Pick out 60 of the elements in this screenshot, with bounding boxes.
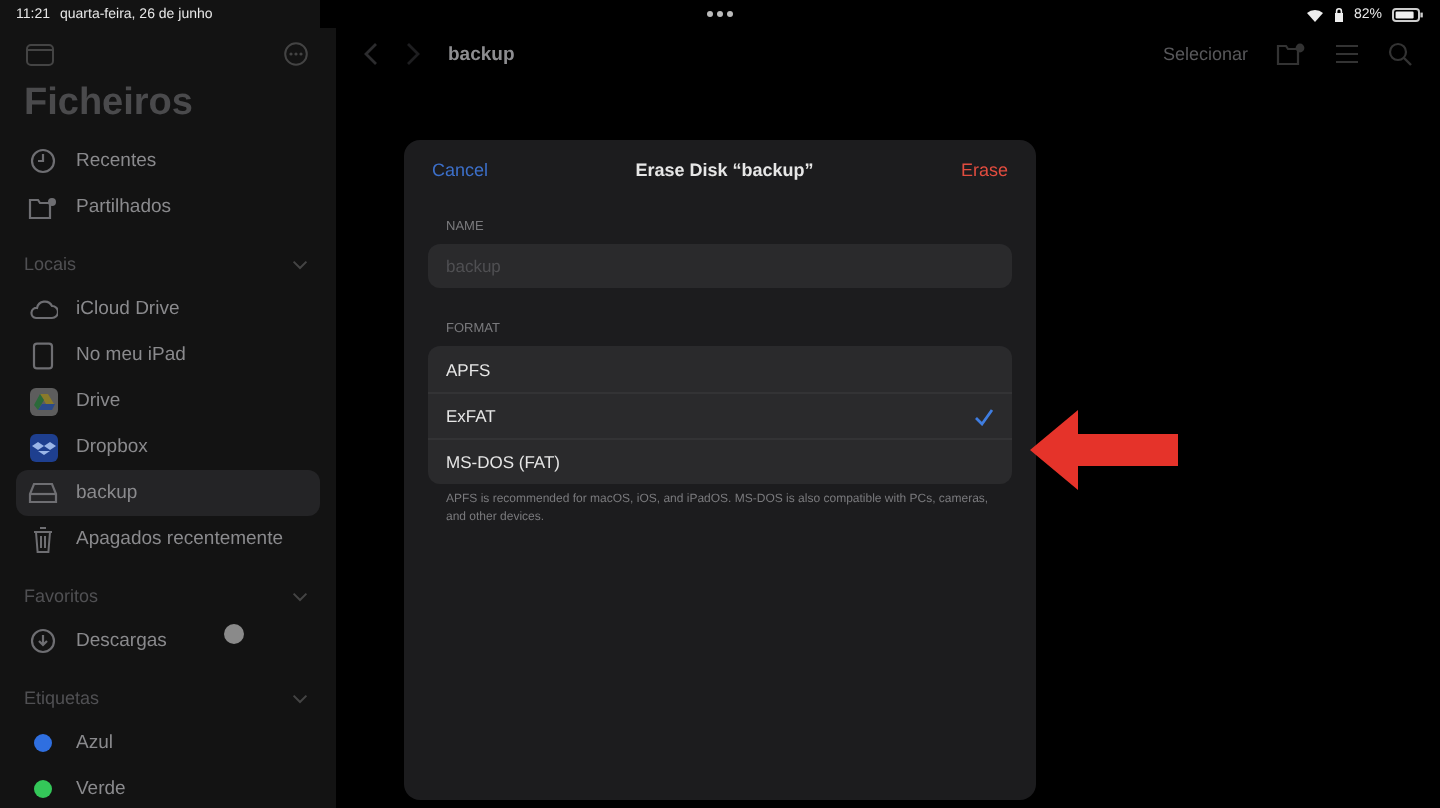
new-folder-icon[interactable] (1276, 42, 1306, 66)
wifi-icon (1305, 7, 1324, 21)
sidebar-item[interactable]: Dropbox (16, 424, 320, 470)
sidebar-item-label: Azul (76, 732, 113, 754)
cancel-button[interactable]: Cancel (432, 160, 489, 180)
shared-folder-icon (28, 195, 58, 219)
sidebar-item[interactable]: Descargas (16, 618, 320, 664)
format-option-label: ExFAT (446, 406, 496, 426)
dialog-title: Erase Disk “backup” (635, 160, 814, 180)
folder-title: backup (448, 43, 515, 65)
section-header: Locais (24, 254, 77, 274)
battery-icon (1392, 7, 1424, 21)
section-header: Etiquetas (24, 688, 100, 708)
erase-button[interactable]: Erase (960, 160, 1008, 180)
sidebar-item-label: Descargas (76, 630, 167, 652)
tablet-icon (32, 341, 54, 369)
sidebar-item-label: Drive (76, 390, 121, 412)
format-option-label: APFS (446, 359, 491, 379)
clock-icon (30, 148, 56, 174)
search-icon[interactable] (1388, 42, 1412, 66)
trash-icon (32, 525, 54, 553)
touch-indicator[interactable] (224, 624, 244, 644)
format-option-label: MS-DOS (FAT) (446, 452, 560, 472)
format-option[interactable]: ExFAT (428, 392, 1012, 438)
download-icon (30, 628, 56, 654)
drive-app-icon (29, 387, 57, 415)
sidebar-title: Ficheiros (24, 82, 195, 126)
cloud-icon (28, 298, 58, 320)
sidebar-item[interactable]: Partilhados (16, 184, 320, 230)
format-option[interactable]: APFS (428, 346, 1012, 392)
forward-chevron-icon[interactable] (406, 42, 420, 66)
chevron-icon[interactable] (292, 591, 308, 601)
sidebar-item-label: Partilhados (76, 196, 172, 218)
back-chevron-icon[interactable] (364, 42, 378, 66)
drive-icon (28, 482, 58, 504)
sidebar-toggle-icon[interactable] (26, 43, 54, 65)
sidebar-item-label: backup (76, 482, 138, 504)
sidebar-item[interactable]: iCloud Drive (16, 286, 320, 332)
format-option[interactable]: MS-DOS (FAT) (428, 438, 1012, 484)
sidebar-item-label: No meu iPad (76, 344, 186, 366)
sidebar-item[interactable]: Recentes (16, 138, 320, 184)
list-view-icon[interactable] (1334, 44, 1360, 64)
sidebar-item-label: Dropbox (76, 436, 148, 458)
section-header: Favoritos (24, 586, 99, 606)
more-dots-icon[interactable] (705, 10, 734, 18)
sidebar-item[interactable]: Azul (16, 720, 320, 766)
sidebar-item[interactable]: Drive (16, 378, 320, 424)
sidebar-item[interactable]: Apagados recentemente (16, 516, 320, 562)
select-link[interactable]: Selecionar (1162, 44, 1248, 64)
sidebar-item-label: Recentes (76, 150, 157, 172)
sidebar-item-label: Apagados recentemente (76, 528, 284, 550)
sidebar-item[interactable]: Verde (16, 766, 320, 808)
chevron-icon[interactable] (292, 259, 308, 269)
sidebar-item[interactable]: backup (16, 470, 320, 516)
dropbox-app-icon (29, 433, 57, 461)
more-options-icon[interactable] (284, 42, 308, 66)
chevron-icon[interactable] (292, 693, 308, 703)
sidebar-item[interactable]: No meu iPad (16, 332, 320, 378)
sidebar-item-label: Verde (76, 778, 126, 800)
sidebar-item-label: iCloud Drive (76, 298, 180, 320)
